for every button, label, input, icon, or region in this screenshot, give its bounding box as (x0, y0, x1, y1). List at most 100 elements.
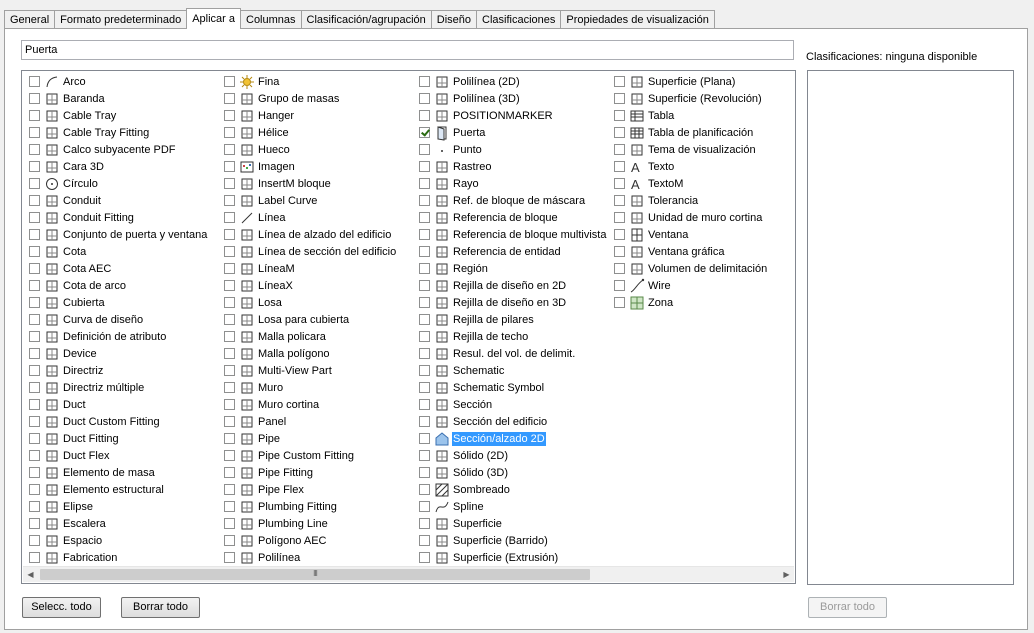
tab-aplicar-a[interactable]: Aplicar a (186, 8, 241, 29)
list-item[interactable]: Conduit (25, 192, 102, 209)
item-checkbox[interactable] (29, 144, 40, 155)
list-item[interactable]: Pipe Fitting (220, 464, 314, 481)
item-checkbox[interactable] (29, 161, 40, 172)
item-checkbox[interactable] (419, 229, 430, 240)
list-item[interactable]: Sección/alzado 2D (415, 430, 546, 447)
item-checkbox[interactable] (29, 365, 40, 376)
list-item[interactable]: Wire (610, 277, 672, 294)
item-checkbox[interactable] (419, 93, 430, 104)
item-checkbox[interactable] (224, 365, 235, 376)
list-item[interactable]: LíneaX (220, 277, 294, 294)
list-item[interactable]: Zona (610, 294, 674, 311)
item-checkbox[interactable] (419, 297, 430, 308)
item-checkbox[interactable] (224, 535, 235, 546)
list-item[interactable]: Línea (220, 209, 287, 226)
list-item[interactable]: Hueco (220, 141, 291, 158)
item-checkbox[interactable] (224, 518, 235, 529)
list-item[interactable]: Elemento estructural (25, 481, 165, 498)
item-checkbox[interactable] (224, 297, 235, 308)
item-checkbox[interactable] (614, 93, 625, 104)
item-checkbox[interactable] (224, 144, 235, 155)
item-checkbox[interactable] (29, 263, 40, 274)
list-item[interactable]: Línea de sección del edificio (220, 243, 397, 260)
list-item[interactable]: Polilínea (2D) (415, 73, 521, 90)
item-checkbox[interactable] (29, 246, 40, 257)
tab-formato-predeterminado[interactable]: Formato predeterminado (54, 10, 188, 29)
item-checkbox[interactable] (224, 263, 235, 274)
item-checkbox[interactable] (29, 399, 40, 410)
item-checkbox[interactable] (224, 246, 235, 257)
item-checkbox[interactable] (224, 552, 235, 563)
item-checkbox[interactable] (419, 331, 430, 342)
list-item[interactable]: Círculo (25, 175, 99, 192)
item-checkbox[interactable] (419, 518, 430, 529)
list-item[interactable]: Plumbing Line (220, 515, 329, 532)
list-item[interactable]: Fabrication (25, 549, 118, 566)
item-checkbox[interactable] (419, 433, 430, 444)
list-item[interactable]: Ventana (610, 226, 689, 243)
list-item[interactable]: LíneaM (220, 260, 296, 277)
item-checkbox[interactable] (29, 110, 40, 121)
list-item[interactable]: Superficie (Revolución) (610, 90, 763, 107)
list-item[interactable]: Cota de arco (25, 277, 127, 294)
item-checkbox[interactable] (419, 399, 430, 410)
list-item[interactable]: Duct Flex (25, 447, 110, 464)
tab-propiedades-de-visualización[interactable]: Propiedades de visualización (560, 10, 715, 29)
list-item[interactable]: Device (25, 345, 98, 362)
list-item[interactable]: Región (415, 260, 489, 277)
item-checkbox[interactable] (419, 178, 430, 189)
item-checkbox[interactable] (614, 246, 625, 257)
list-item[interactable]: Elemento de masa (25, 464, 156, 481)
list-item[interactable]: Volumen de delimitación (610, 260, 768, 277)
item-checkbox[interactable] (224, 433, 235, 444)
item-checkbox[interactable] (419, 161, 430, 172)
scroll-right-arrow-icon[interactable]: ▶ (779, 567, 794, 582)
list-item[interactable]: Tabla de planificación (610, 124, 754, 141)
list-item[interactable]: Polilínea (220, 549, 301, 566)
item-checkbox[interactable] (419, 348, 430, 359)
item-checkbox[interactable] (29, 229, 40, 240)
list-item[interactable]: Elipse (25, 498, 94, 515)
item-checkbox[interactable] (614, 76, 625, 87)
item-checkbox[interactable] (614, 195, 625, 206)
item-checkbox[interactable] (224, 450, 235, 461)
item-checkbox[interactable] (29, 280, 40, 291)
scroll-left-arrow-icon[interactable]: ◀ (23, 567, 38, 582)
item-checkbox[interactable] (29, 314, 40, 325)
list-item[interactable]: Multi-View Part (220, 362, 333, 379)
item-checkbox[interactable] (29, 127, 40, 138)
item-checkbox[interactable] (29, 76, 40, 87)
list-item[interactable]: Spline (415, 498, 485, 515)
item-checkbox[interactable] (29, 535, 40, 546)
list-item[interactable]: Schematic (415, 362, 505, 379)
item-checkbox[interactable] (419, 144, 430, 155)
list-item[interactable]: Cota (25, 243, 87, 260)
list-item[interactable]: Hanger (220, 107, 295, 124)
list-item[interactable]: Ref. de bloque de máscara (415, 192, 586, 209)
list-item[interactable]: Conduit Fitting (25, 209, 135, 226)
scrollbar-thumb[interactable]: III (40, 569, 590, 580)
list-item[interactable]: Escalera (25, 515, 107, 532)
list-item[interactable]: Cara 3D (25, 158, 105, 175)
item-checkbox[interactable] (614, 161, 625, 172)
item-checkbox[interactable] (224, 501, 235, 512)
list-item[interactable]: Fina (220, 73, 280, 90)
item-checkbox[interactable] (29, 416, 40, 427)
list-item[interactable]: Sección del edificio (415, 413, 548, 430)
item-checkbox[interactable] (224, 399, 235, 410)
list-item[interactable]: Duct (25, 396, 87, 413)
list-item[interactable]: Pipe Custom Fitting (220, 447, 355, 464)
list-item[interactable]: Línea de alzado del edificio (220, 226, 392, 243)
list-item[interactable]: Cota AEC (25, 260, 112, 277)
item-checkbox[interactable] (29, 331, 40, 342)
item-checkbox[interactable] (29, 178, 40, 189)
list-item[interactable]: InsertM bloque (220, 175, 332, 192)
item-checkbox[interactable] (224, 212, 235, 223)
item-checkbox[interactable] (419, 382, 430, 393)
list-item[interactable]: Pipe (220, 430, 281, 447)
list-item[interactable]: POSITIONMARKER (415, 107, 554, 124)
item-checkbox[interactable] (29, 348, 40, 359)
name-field[interactable] (21, 40, 794, 60)
list-item[interactable]: Muro (220, 379, 284, 396)
list-item[interactable]: Superficie (Plana) (610, 73, 736, 90)
